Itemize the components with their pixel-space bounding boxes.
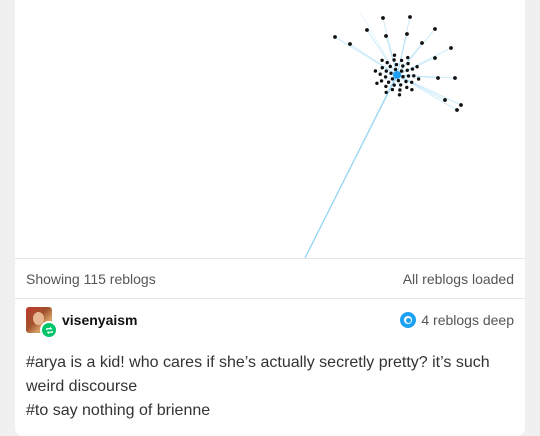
- reblog-node[interactable]: [399, 58, 404, 63]
- reblog-node[interactable]: [384, 90, 388, 95]
- reblog-node[interactable]: [415, 65, 419, 69]
- reblog-node[interactable]: [410, 80, 414, 85]
- reblog-node[interactable]: [405, 32, 409, 36]
- reblog-node[interactable]: [405, 85, 409, 90]
- reblog-node[interactable]: [390, 77, 395, 81]
- reblog-node[interactable]: [392, 53, 397, 57]
- reblog-node[interactable]: [449, 46, 453, 50]
- reblog-node[interactable]: [398, 88, 402, 92]
- reblog-node[interactable]: [392, 58, 396, 62]
- reblog-node[interactable]: [406, 55, 410, 60]
- reblog-node[interactable]: [453, 76, 457, 80]
- reblog-node[interactable]: [379, 79, 384, 83]
- reblog-node[interactable]: [420, 41, 424, 45]
- reblog-node[interactable]: [333, 35, 337, 39]
- reblog-node[interactable]: [384, 69, 388, 73]
- reblog-node[interactable]: [410, 88, 414, 92]
- reblog-node[interactable]: [406, 61, 410, 66]
- reblog-node[interactable]: [392, 83, 396, 87]
- reblog-node[interactable]: [404, 79, 408, 84]
- reblog-node[interactable]: [380, 66, 384, 70]
- reblog-status-row: Showing 115 reblogs All reblogs loaded: [15, 259, 525, 298]
- post-author-row: visenyaism 4 reblogs deep: [15, 299, 525, 341]
- reblog-node[interactable]: [365, 28, 369, 32]
- reblog-node[interactable]: [399, 83, 403, 87]
- reblog-node[interactable]: [393, 67, 398, 72]
- showing-count: Showing 115 reblogs: [26, 270, 156, 287]
- reblog-node[interactable]: [410, 67, 415, 71]
- reblog-node[interactable]: [383, 75, 388, 79]
- reblog-node[interactable]: [412, 74, 416, 78]
- reblog-node[interactable]: [436, 76, 440, 80]
- reblog-node[interactable]: [397, 93, 402, 97]
- depth-label: 4 reblogs deep: [421, 312, 514, 328]
- reblog-node[interactable]: [390, 87, 395, 92]
- tag[interactable]: #to say nothing of brienne: [26, 399, 516, 423]
- reblog-depth: 4 reblogs deep: [400, 312, 514, 328]
- reblog-node[interactable]: [386, 80, 391, 84]
- reblog-node[interactable]: [406, 74, 411, 78]
- reblog-node[interactable]: [401, 64, 405, 68]
- reblog-node[interactable]: [405, 68, 409, 73]
- reblog-node[interactable]: [433, 56, 437, 60]
- author: visenyaism: [26, 307, 138, 339]
- reblog-node[interactable]: [388, 64, 392, 69]
- reblog-node[interactable]: [443, 98, 447, 102]
- reblog-node[interactable]: [373, 69, 378, 73]
- reblog-node[interactable]: [455, 108, 459, 112]
- avatar[interactable]: [26, 307, 58, 339]
- reblog-node[interactable]: [408, 15, 412, 19]
- reblog-node[interactable]: [459, 103, 463, 107]
- reblog-node[interactable]: [416, 77, 421, 81]
- reblog-node[interactable]: [375, 81, 379, 86]
- reblog-node[interactable]: [433, 27, 437, 31]
- reblog-graph-card: Showing 115 reblogs All reblogs loaded v…: [15, 0, 525, 436]
- loaded-status: All reblogs loaded: [402, 270, 514, 287]
- selected-post-node[interactable]: [393, 71, 401, 79]
- reblog-graph-svg[interactable]: [15, 0, 525, 258]
- reblog-node[interactable]: [348, 42, 352, 46]
- reblog-node[interactable]: [384, 84, 388, 89]
- reblog-graph[interactable]: [15, 0, 525, 258]
- reblog-node[interactable]: [378, 72, 382, 76]
- graph-edge: [304, 74, 398, 258]
- reblog-node[interactable]: [399, 69, 404, 73]
- reblog-node[interactable]: [389, 71, 393, 76]
- reblog-node[interactable]: [396, 78, 401, 83]
- reblog-node[interactable]: [381, 16, 385, 20]
- reblog-node[interactable]: [385, 60, 389, 65]
- reblog-node[interactable]: [401, 75, 405, 79]
- reblog-icon: [40, 321, 58, 339]
- target-icon: [400, 312, 417, 328]
- tag[interactable]: #arya is a kid! who cares if she’s actua…: [26, 351, 516, 399]
- reblog-node[interactable]: [384, 34, 388, 38]
- username-link[interactable]: visenyaism: [62, 312, 138, 328]
- reblog-node[interactable]: [394, 62, 399, 67]
- post-tags: #arya is a kid! who cares if she’s actua…: [26, 351, 516, 423]
- reblog-node[interactable]: [380, 58, 384, 62]
